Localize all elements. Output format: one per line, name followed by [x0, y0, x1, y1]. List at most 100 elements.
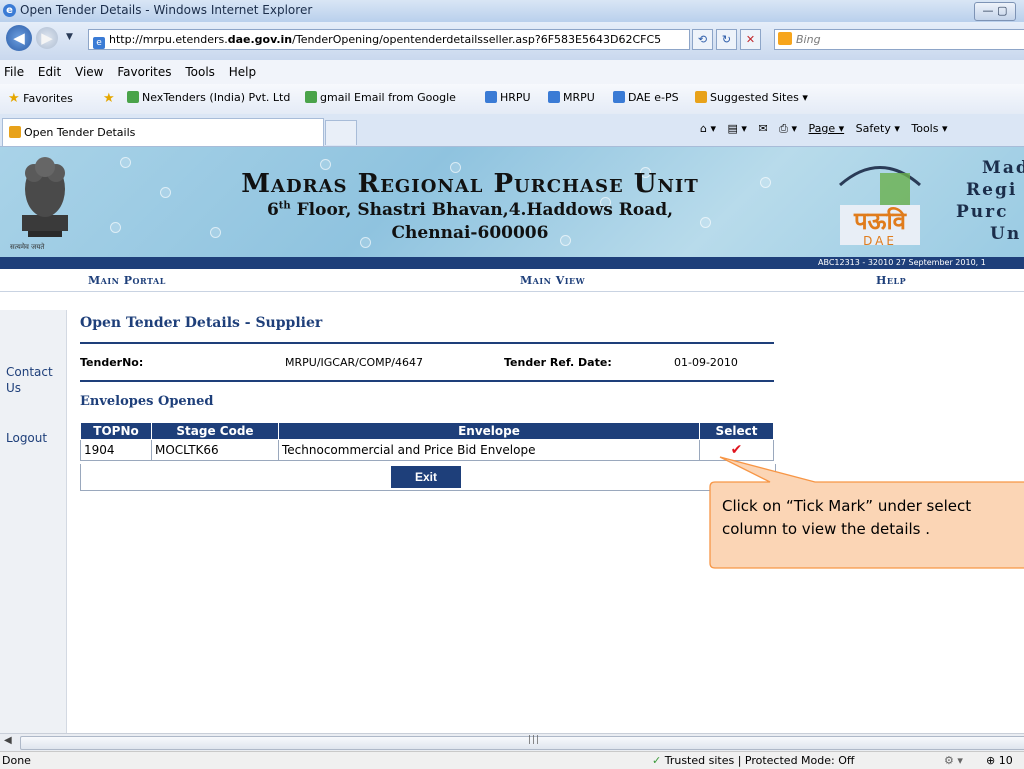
horizontal-scrollbar[interactable]: ◀ |||: [0, 733, 1024, 751]
window-title-bar: e Open Tender Details - Windows Internet…: [0, 0, 1024, 23]
envelopes-heading: Envelopes Opened: [80, 394, 214, 409]
cmd-tools[interactable]: Tools ▾: [911, 122, 947, 135]
home-icon[interactable]: ⌂ ▾: [700, 122, 716, 135]
col-stage-code: Stage Code: [151, 422, 279, 440]
ie-logo-icon: [695, 91, 707, 103]
compatibility-view-icon[interactable]: ⟲: [692, 29, 713, 50]
menu-edit[interactable]: Edit: [38, 60, 61, 84]
back-icon[interactable]: ◀: [6, 25, 32, 51]
right-text-line: Regi: [966, 180, 1018, 200]
sidebar-logout[interactable]: Logout: [6, 430, 47, 446]
scroll-thumb[interactable]: [20, 736, 1024, 750]
window-title: Open Tender Details - Windows Internet E…: [20, 3, 313, 17]
tab-open-tender-details[interactable]: Open Tender Details: [2, 118, 324, 146]
mail-icon[interactable]: ✉: [758, 122, 767, 135]
fav-label: NexTenders (India) Pvt. Ltd: [142, 91, 291, 104]
exit-button[interactable]: Exit: [391, 466, 461, 488]
banner-right-text: Mad Regi Purc Un: [948, 157, 1024, 245]
nav-main-view[interactable]: Main View: [520, 274, 585, 287]
divider: [80, 342, 774, 344]
protected-mode-icon[interactable]: ⚙ ▾: [944, 752, 963, 769]
ie-logo-icon: e: [3, 4, 16, 17]
fav-hrpu[interactable]: HRPU: [485, 91, 531, 104]
status-text: Done: [2, 754, 31, 767]
right-text-line: Un: [990, 224, 1022, 244]
zoom-level[interactable]: ⊕ 10: [986, 752, 1013, 769]
print-icon[interactable]: ⎙ ▾: [779, 122, 797, 135]
ie-page-icon: [548, 91, 560, 103]
cmd-page[interactable]: Page ▾: [808, 122, 844, 135]
fav-label: HRPU: [500, 91, 531, 104]
fav-suggested-sites[interactable]: Suggested Sites ▾: [695, 91, 808, 104]
banner-city: Chennai-600006: [391, 223, 549, 243]
contact-line2: Us: [6, 381, 22, 395]
scroll-left-icon[interactable]: ◀: [4, 735, 12, 746]
tender-ref-date: 01-09-2010: [674, 356, 738, 369]
envelopes-table: TOPNo Stage Code Envelope Select 1904 MO…: [80, 422, 774, 461]
favorites-button[interactable]: ★ Favorites: [8, 91, 73, 106]
divider: [80, 380, 774, 382]
zone-text: Trusted sites | Protected Mode: Off: [664, 754, 855, 767]
fav-gmail[interactable]: gmail Email from Google: [305, 91, 456, 104]
history-dropdown-icon[interactable]: ▼: [66, 32, 73, 42]
menu-file[interactable]: File: [4, 60, 24, 84]
menu-favorites[interactable]: Favorites: [117, 60, 171, 84]
fav-dae-eps[interactable]: DAE e-PS: [613, 91, 679, 104]
tender-ref-label: Tender Ref. Date:: [504, 356, 612, 369]
col-envelope: Envelope: [278, 422, 700, 440]
cmd-safety[interactable]: Safety ▾: [856, 122, 900, 135]
address-text: Floor, Shastri Bhavan,4.Haddows Road,: [290, 200, 674, 220]
zoom-value: 10: [998, 754, 1013, 767]
dae-logo-sub: DAE: [863, 234, 897, 248]
table-row: 1904 MOCLTK66 Technocommercial and Price…: [80, 439, 774, 461]
right-text-line: Purc: [956, 202, 1009, 222]
ie-page-icon: [485, 91, 497, 103]
status-bar: Done ✓ Trusted sites | Protected Mode: O…: [0, 751, 1024, 769]
forward-icon[interactable]: ▶: [36, 27, 58, 49]
table-header-row: TOPNo Stage Code Envelope Select: [80, 422, 774, 440]
col-select: Select: [699, 422, 774, 440]
refresh-icon[interactable]: ↻: [716, 29, 737, 50]
nav-main-portal[interactable]: Main Portal: [88, 274, 166, 287]
table-footer: Exit: [80, 464, 776, 491]
url-input[interactable]: e http://mrpu.etenders.dae.gov.in/TenderO…: [88, 29, 690, 50]
nav-help[interactable]: Help: [876, 274, 906, 287]
feeds-icon[interactable]: ▤ ▾: [728, 122, 747, 135]
cell-topno: 1904: [80, 439, 152, 461]
page-icon: e: [93, 37, 105, 49]
fav-mrpu[interactable]: MRPU: [548, 91, 595, 104]
emblem-caption: सत्यमेव जयते: [10, 243, 45, 251]
right-text-line: Mad: [982, 158, 1024, 178]
ashoka-emblem-icon: [22, 157, 68, 237]
favorites-label: Favorites: [23, 92, 73, 105]
session-meta: ABC12313 - 32010 27 September 2010, 1: [818, 258, 986, 267]
menu-tools[interactable]: Tools: [185, 60, 215, 84]
add-favorite-icon[interactable]: ★: [103, 91, 115, 106]
stop-icon[interactable]: ✕: [740, 29, 761, 50]
banner-address: 6th Floor, Shastri Bhavan,4.Haddows Road…: [190, 200, 750, 220]
search-input[interactable]: Bing: [774, 29, 1024, 50]
search-placeholder: Bing: [796, 33, 821, 46]
minimize-button[interactable]: — ▢: [974, 2, 1016, 21]
favorites-star-icon: ★: [8, 91, 20, 106]
col-topno: TOPNo: [80, 422, 152, 440]
tab-bar: Open Tender Details ⌂ ▾ ▤ ▾ ✉ ⎙ ▾ Page ▾…: [0, 114, 1024, 147]
security-zone: ✓ Trusted sites | Protected Mode: Off: [652, 752, 854, 769]
floor-number: 6: [266, 200, 279, 220]
url-prefix: http://mrpu.etenders.: [109, 33, 228, 46]
menu-view[interactable]: View: [75, 60, 103, 84]
ie-page-icon: [613, 91, 625, 103]
scroll-grip-icon: |||: [528, 735, 541, 745]
floor-suffix: th: [278, 200, 291, 212]
tab-title: Open Tender Details: [24, 126, 136, 139]
url-domain: dae.gov.in: [227, 33, 293, 46]
tender-no-label: TenderNo:: [80, 356, 144, 369]
sidebar: Contact Us Logout: [0, 310, 67, 734]
address-bar: ◀ ▶ ▼ e http://mrpu.etenders.dae.gov.in/T…: [0, 22, 1024, 61]
new-tab-button[interactable]: [325, 120, 357, 145]
dae-logo-hindi: पऊवि: [853, 207, 908, 235]
sidebar-contact-us[interactable]: Contact Us: [6, 364, 53, 396]
url-suffix: /TenderOpening/opentenderdetailsseller.a…: [292, 33, 662, 46]
menu-help[interactable]: Help: [229, 60, 256, 84]
fav-nextenders[interactable]: NexTenders (India) Pvt. Ltd: [127, 91, 290, 104]
